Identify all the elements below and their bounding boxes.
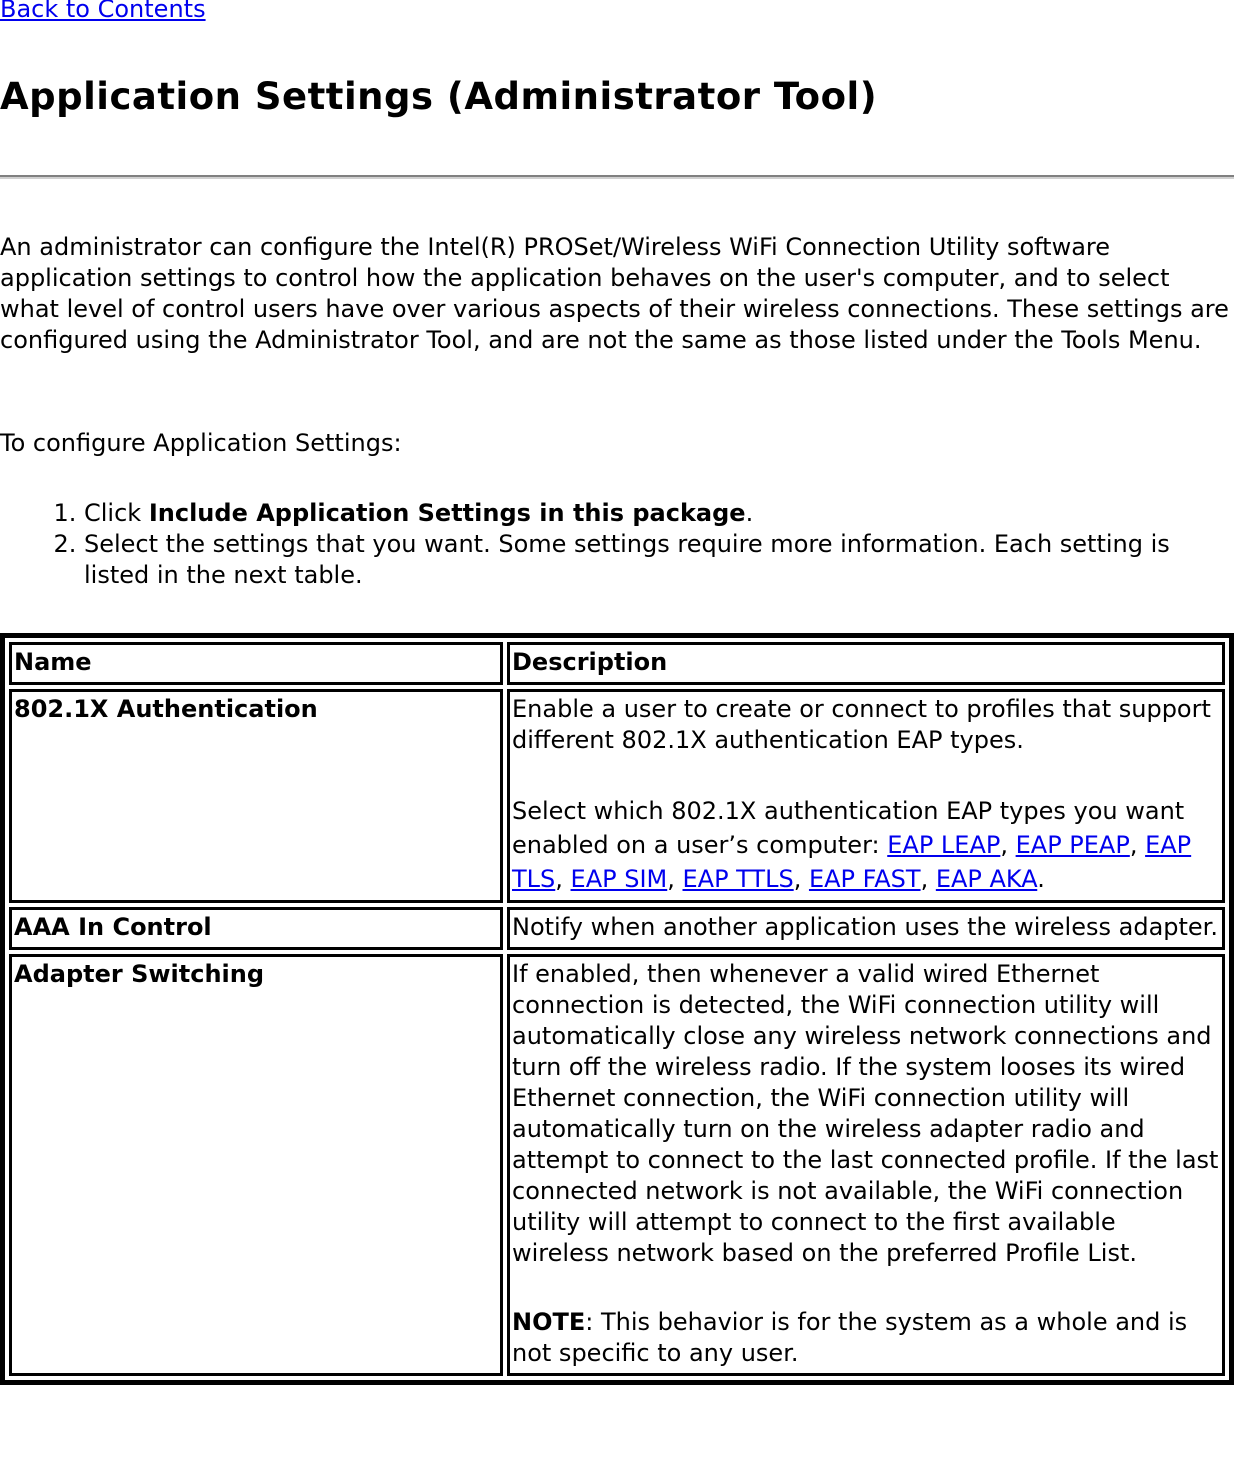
setting-description: If enabled, then whenever a valid wired … [507, 954, 1225, 1376]
step-emphasis: Include Application Settings in this pac… [148, 499, 746, 527]
eap-types-paragraph: Select which 802.1X authentication EAP t… [512, 797, 1192, 893]
instructions-lead: To configure Application Settings: [0, 429, 402, 457]
eap-sim-link[interactable]: EAP SIM [571, 865, 668, 893]
setting-name: 802.1X Authentication [9, 689, 503, 903]
setting-description: Enable a user to create or connect to pr… [507, 689, 1225, 903]
eap-peap-link[interactable]: EAP PEAP [1016, 831, 1130, 859]
eap-fast-link[interactable]: EAP FAST [809, 865, 921, 893]
table-header-row: Name Description [9, 642, 1225, 685]
eap-leap-link[interactable]: EAP LEAP [887, 831, 1000, 859]
header-description: Description [507, 642, 1225, 685]
back-to-contents-link[interactable]: Back to Contents [0, 0, 206, 25]
eap-aka-link[interactable]: EAP AKA [936, 865, 1037, 893]
table-row: Adapter Switching If enabled, then whene… [9, 954, 1225, 1376]
horizontal-divider [0, 175, 1234, 179]
table-row: 802.1X Authentication Enable a user to c… [9, 689, 1225, 903]
eap-ttls-link[interactable]: EAP TTLS [683, 865, 794, 893]
table-row: AAA In Control Notify when another appli… [9, 907, 1225, 950]
note-paragraph: NOTE: This behavior is for the system as… [512, 1308, 1188, 1367]
steps-list: Click Include Application Settings in th… [0, 498, 1194, 591]
note-label: NOTE [512, 1308, 586, 1336]
setting-description: Notify when another application uses the… [507, 907, 1225, 950]
page-title: Application Settings (Administrator Tool… [0, 75, 878, 118]
intro-paragraph: An administrator can configure the Intel… [0, 233, 1229, 354]
setting-name: Adapter Switching [9, 954, 503, 1376]
settings-table: Name Description 802.1X Authentication E… [0, 633, 1234, 1385]
step-item: Click Include Application Settings in th… [84, 498, 1194, 529]
header-name: Name [9, 642, 503, 685]
setting-name: AAA In Control [9, 907, 503, 950]
step-item: Select the settings that you want. Some … [84, 529, 1194, 591]
